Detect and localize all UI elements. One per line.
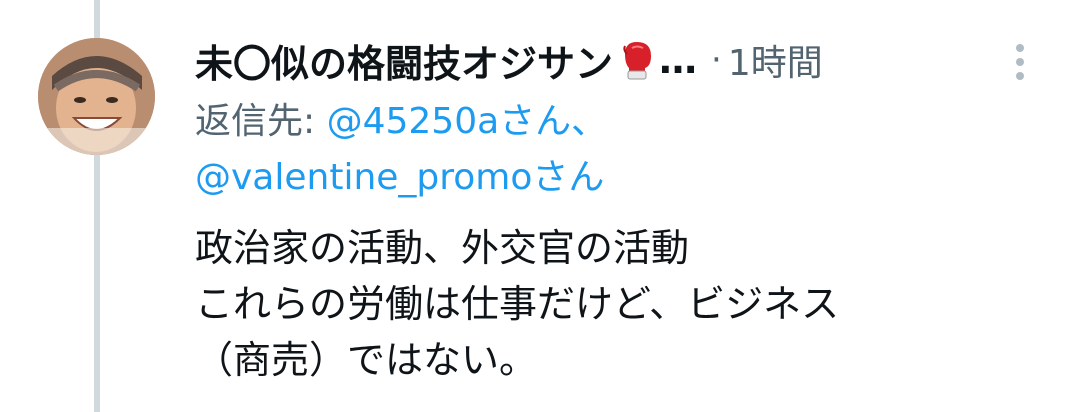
mention-link[interactable]: @45250aさん、	[327, 101, 608, 142]
boxing-glove-icon	[619, 40, 655, 80]
tweet-header: 未〇似の格闘技オジサン … · 1時間	[195, 30, 1025, 90]
mention-link[interactable]: @valentine_promoさん	[195, 157, 604, 198]
avatar[interactable]	[38, 38, 155, 155]
more-options-icon[interactable]	[1010, 42, 1030, 82]
display-name[interactable]: 未〇似の格闘技オジサン	[195, 33, 613, 88]
reply-to-continued: @valentine_promoさん	[195, 150, 1025, 206]
name-truncation: …	[659, 38, 698, 82]
separator-dot: ·	[711, 40, 722, 80]
tweet-text-line: 政治家の活動、外交官の活動	[195, 226, 690, 270]
reply-prefix: 返信先:	[195, 101, 327, 142]
tweet-text: 政治家の活動、外交官の活動 これらの労働は仕事だけど、ビジネス （商売）ではない…	[195, 220, 1025, 388]
tweet-content: 未〇似の格闘技オジサン … · 1時間 返信先: @45250aさん、 @val…	[195, 30, 1025, 388]
timestamp[interactable]: 1時間	[728, 34, 823, 86]
reply-to: 返信先: @45250aさん、	[195, 94, 1025, 150]
avatar-image	[38, 38, 155, 155]
tweet-text-line: （商売）ではない。	[195, 338, 538, 382]
tweet-text-line: これらの労働は仕事だけど、ビジネス	[195, 282, 840, 326]
